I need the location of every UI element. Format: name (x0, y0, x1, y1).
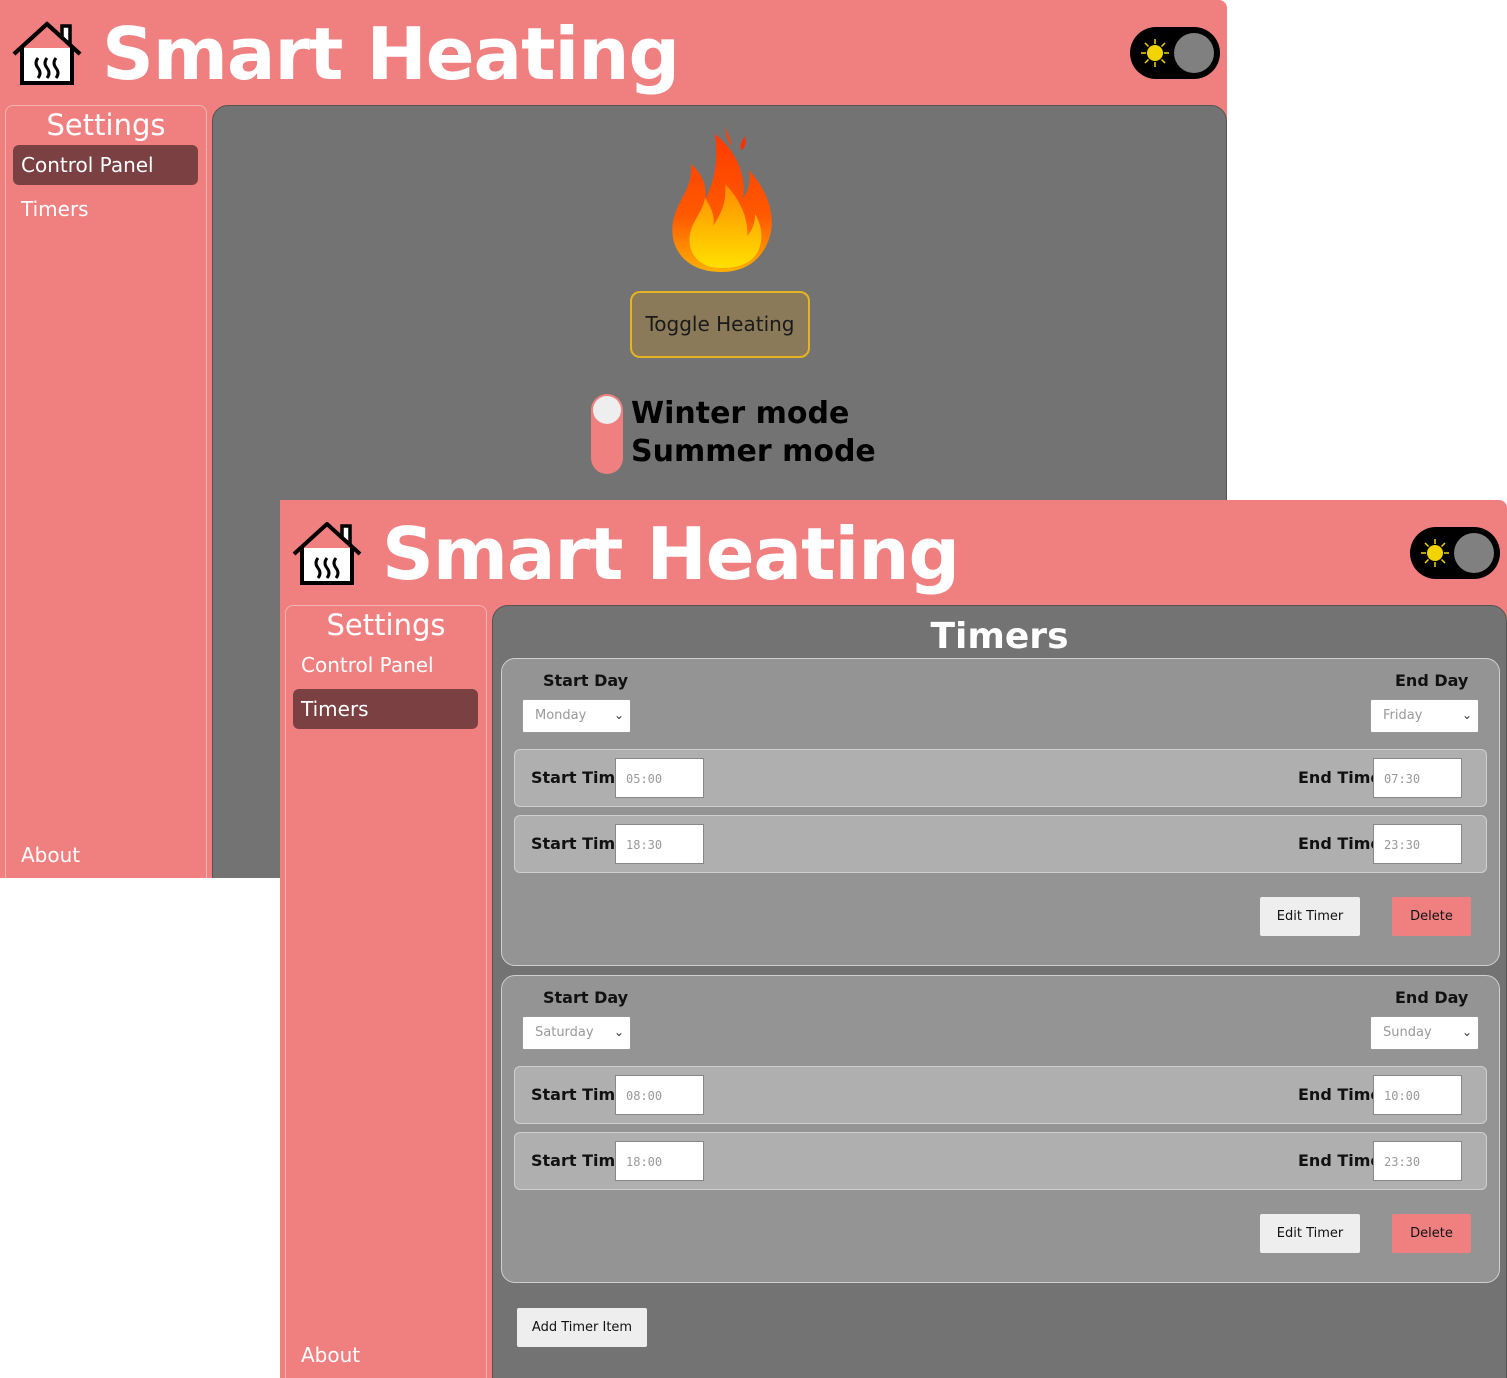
time-period-row: Start Time 05:00 End Time 07:30 (514, 749, 1487, 807)
house-heating-icon (292, 522, 362, 585)
start-day-value: Saturday (535, 1025, 594, 1040)
house-heating-icon (12, 21, 82, 85)
start-time-input[interactable]: 18:00 (615, 1141, 704, 1181)
app-title: Smart Heating (382, 512, 960, 596)
theme-toggle[interactable] (1130, 27, 1220, 79)
season-mode-switch[interactable] (591, 394, 623, 474)
sidebar-title: Settings (326, 608, 446, 642)
start-day-select[interactable]: Monday ⌄ (522, 699, 631, 733)
sidebar: Settings Control Panel Timers About (5, 105, 207, 878)
start-time-input[interactable]: 18:30 (615, 824, 704, 864)
add-timer-item-button[interactable]: Add Timer Item (517, 1308, 647, 1347)
chevron-down-icon: ⌄ (613, 1025, 624, 1039)
timers-title: Timers (930, 616, 1069, 657)
end-day-select[interactable]: Friday ⌄ (1370, 699, 1479, 733)
start-day-value: Monday (535, 708, 587, 723)
delete-timer-button[interactable]: Delete (1392, 897, 1471, 936)
edit-timer-button[interactable]: Edit Timer (1260, 897, 1360, 936)
toggle-heating-button[interactable]: Toggle Heating (630, 291, 810, 358)
app-title: Smart Heating (102, 12, 680, 96)
end-day-value: Sunday (1383, 1025, 1432, 1040)
timers-content: Timers Start Day End Day Monday ⌄ Friday… (492, 605, 1507, 1378)
end-time-input[interactable]: 07:30 (1373, 758, 1462, 798)
chevron-down-icon: ⌄ (1461, 1025, 1472, 1039)
sidebar: Settings Control Panel Timers About (285, 605, 487, 1378)
sidebar-item-timers[interactable]: Timers (293, 689, 478, 729)
start-time-label: Start Time (531, 768, 626, 787)
end-time-input[interactable]: 23:30 (1373, 1141, 1462, 1181)
header: Smart Heating (0, 0, 1227, 105)
season-mode-knob (593, 396, 621, 424)
time-period-row: Start Time 18:00 End Time 23:30 (514, 1132, 1487, 1190)
start-day-label: Start Day (543, 988, 629, 1007)
start-time-label: Start Time (531, 1151, 626, 1170)
timer-card: Start Day End Day Monday ⌄ Friday ⌄ Star… (501, 658, 1500, 966)
timers-window: Smart Heating Settings Control Panel Tim… (280, 500, 1507, 1378)
end-time-input[interactable]: 10:00 (1373, 1075, 1462, 1115)
chevron-down-icon: ⌄ (613, 708, 624, 722)
delete-timer-button[interactable]: Delete (1392, 1214, 1471, 1253)
sidebar-about-link[interactable]: About (301, 1343, 360, 1367)
flame-icon (672, 122, 772, 272)
end-day-label: End Day (1395, 671, 1469, 690)
end-time-label: End Time (1298, 1151, 1382, 1170)
end-time-label: End Time (1298, 834, 1382, 853)
end-time-label: End Time (1298, 1085, 1382, 1104)
header: Smart Heating (280, 500, 1507, 605)
chevron-down-icon: ⌄ (1461, 708, 1472, 722)
end-day-value: Friday (1383, 708, 1423, 723)
end-time-input[interactable]: 23:30 (1373, 824, 1462, 864)
summer-mode-label: Summer mode (631, 434, 876, 469)
end-day-select[interactable]: Sunday ⌄ (1370, 1016, 1479, 1050)
start-time-input[interactable]: 05:00 (615, 758, 704, 798)
start-time-label: Start Time (531, 834, 626, 853)
start-time-label: Start Time (531, 1085, 626, 1104)
winter-mode-label: Winter mode (631, 396, 850, 431)
sidebar-about-link[interactable]: About (21, 843, 80, 867)
timer-card: Start Day End Day Saturday ⌄ Sunday ⌄ St… (501, 975, 1500, 1283)
end-day-label: End Day (1395, 988, 1469, 1007)
theme-toggle[interactable] (1410, 527, 1500, 579)
sun-icon (1141, 39, 1169, 67)
edit-timer-button[interactable]: Edit Timer (1260, 1214, 1360, 1253)
time-period-row: Start Time 08:00 End Time 10:00 (514, 1066, 1487, 1124)
sidebar-item-timers[interactable]: Timers (13, 189, 198, 229)
start-time-input[interactable]: 08:00 (615, 1075, 704, 1115)
theme-toggle-knob (1454, 533, 1494, 573)
start-day-label: Start Day (543, 671, 629, 690)
time-period-row: Start Time 18:30 End Time 23:30 (514, 815, 1487, 873)
sidebar-item-control-panel[interactable]: Control Panel (293, 645, 478, 685)
sun-icon (1421, 539, 1449, 567)
theme-toggle-knob (1174, 33, 1214, 73)
end-time-label: End Time (1298, 768, 1382, 787)
start-day-select[interactable]: Saturday ⌄ (522, 1016, 631, 1050)
sidebar-item-control-panel[interactable]: Control Panel (13, 145, 198, 185)
sidebar-title: Settings (46, 108, 166, 142)
